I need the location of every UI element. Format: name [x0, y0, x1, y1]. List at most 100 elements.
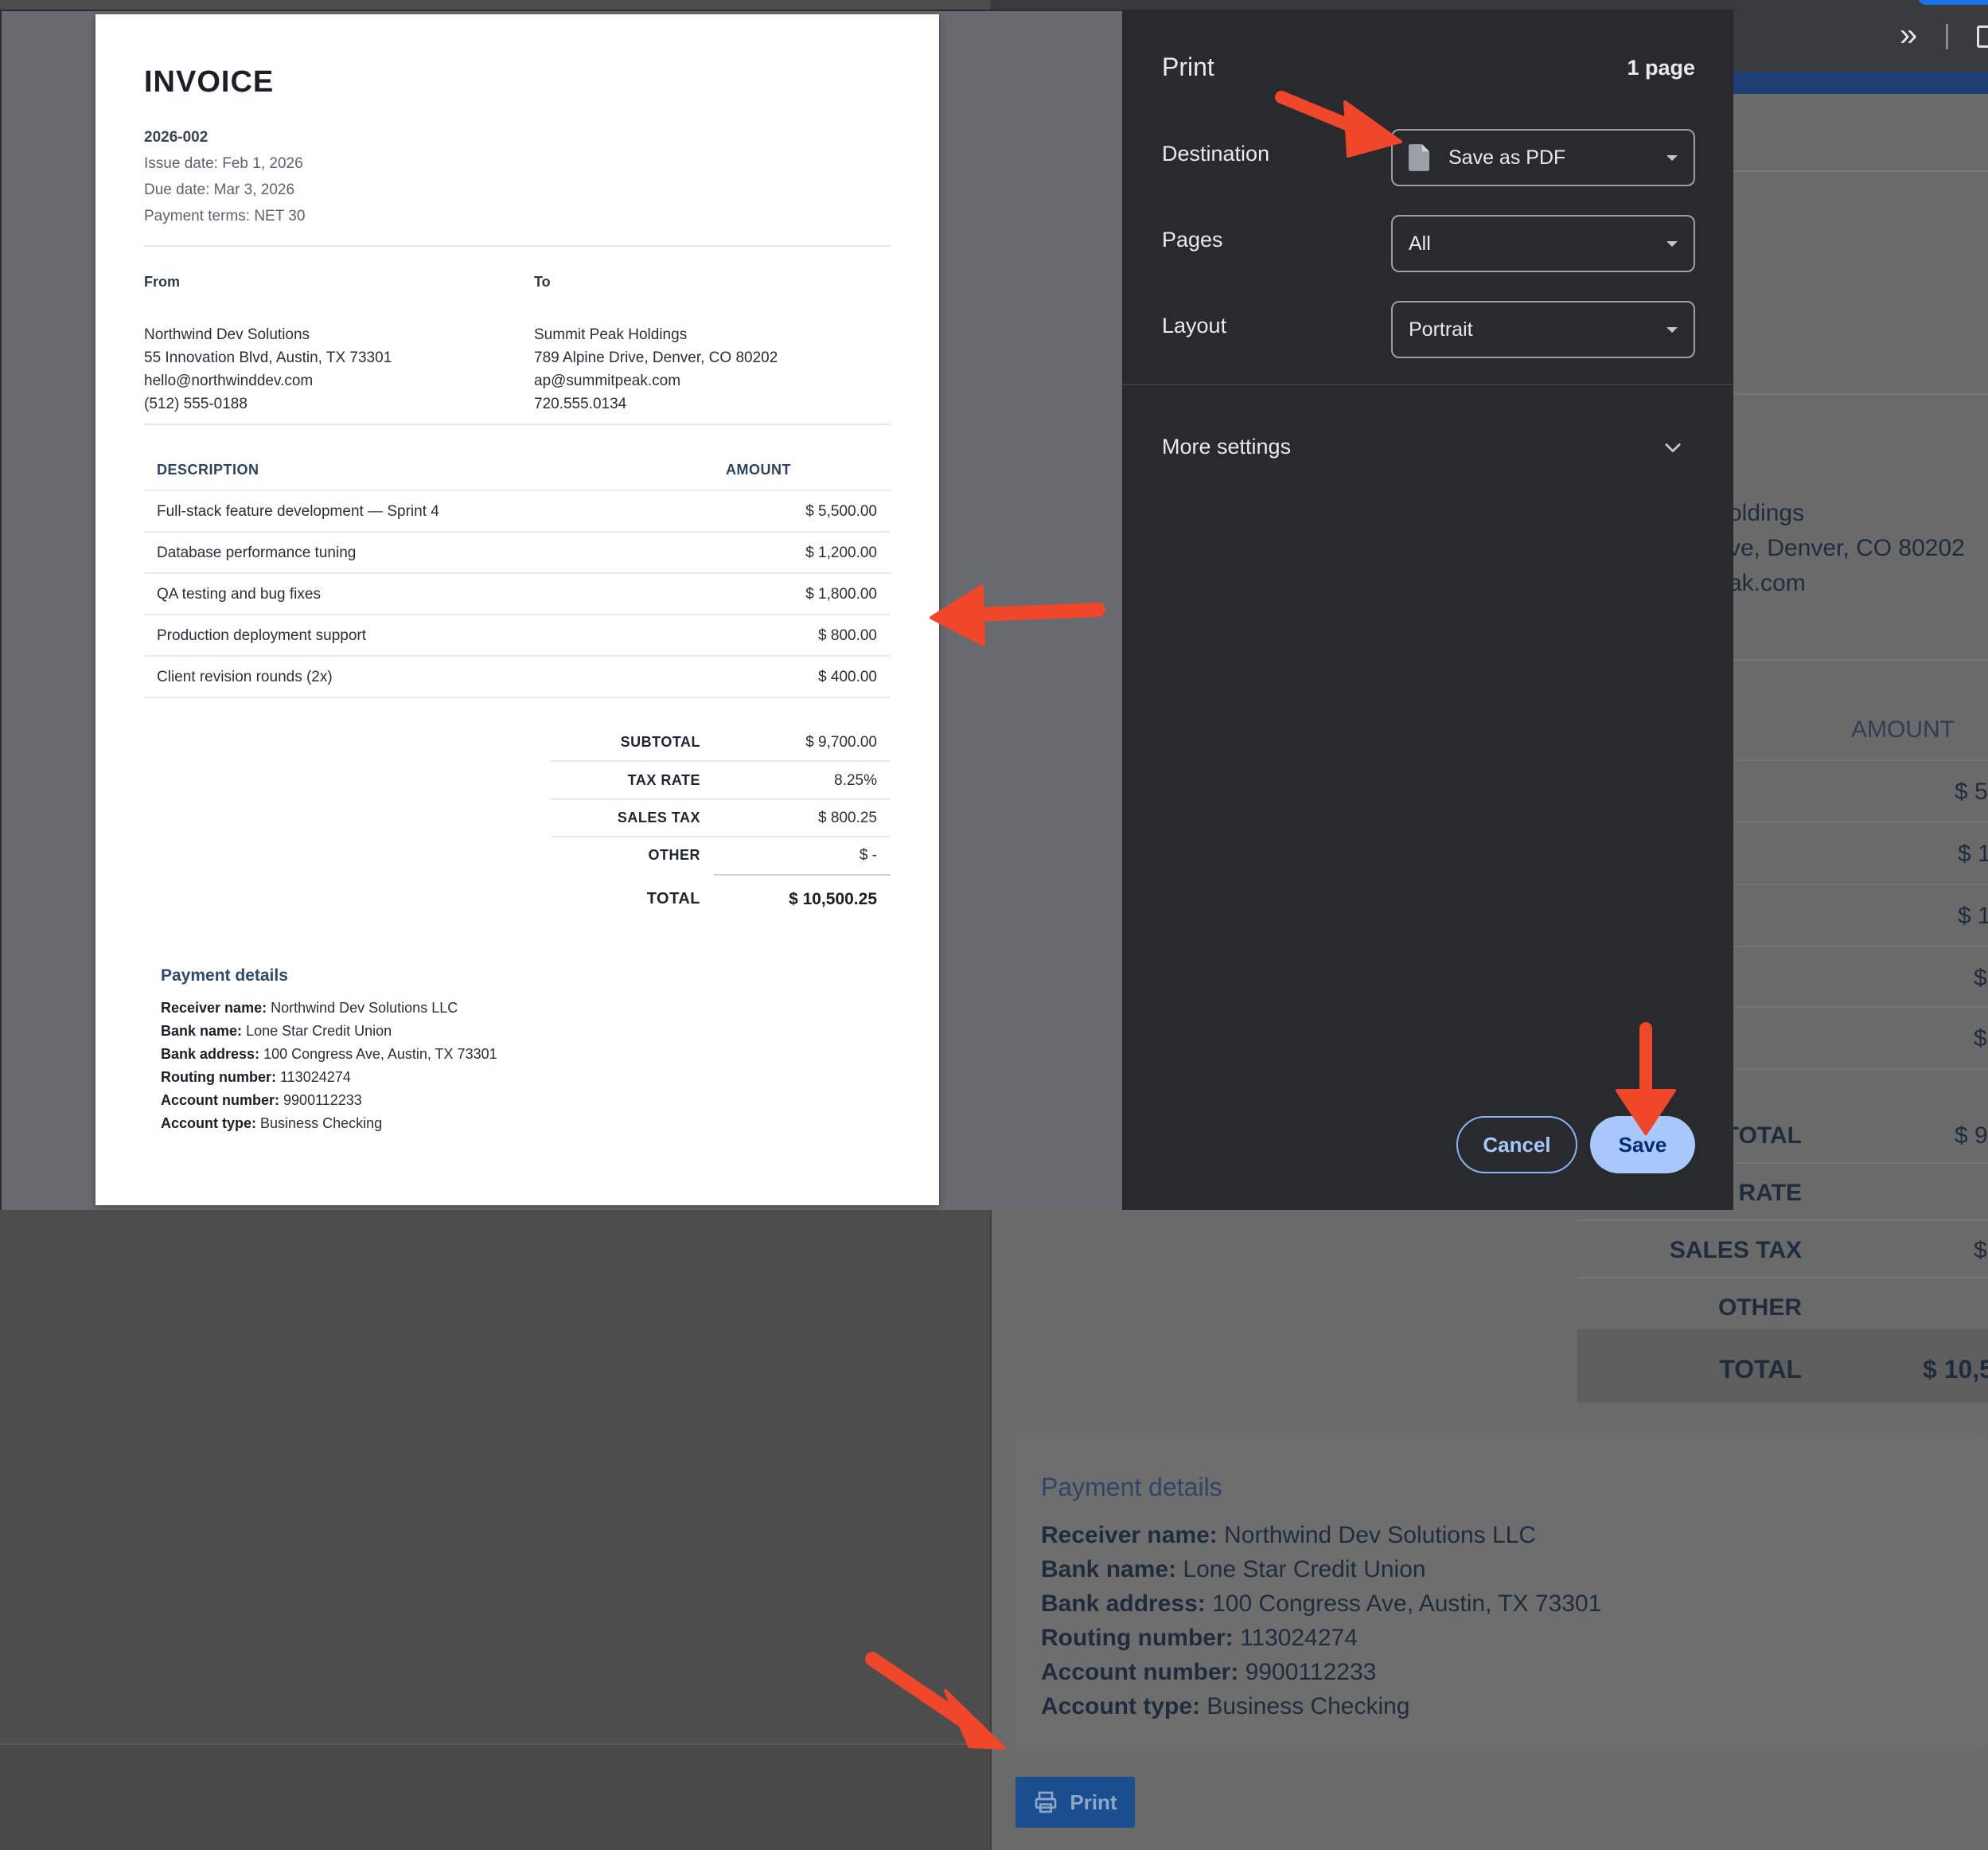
- layout-select[interactable]: Portrait: [1391, 301, 1695, 358]
- overflow-chevrons-icon[interactable]: »: [1900, 18, 1917, 53]
- bg-table-rule: [1732, 1006, 1988, 1008]
- payment-line: Account number: 9900112233: [161, 1092, 362, 1108]
- table-rule: [144, 572, 891, 574]
- section-divider: [144, 423, 891, 425]
- browser-profile-pill[interactable]: [1918, 0, 1988, 5]
- print-preview-area: INVOICE 2026-002 Issue date: Feb 1, 2026…: [2, 11, 1122, 1210]
- bg-amount-cell: $ 1: [1958, 841, 1988, 867]
- from-line: (512) 555-0188: [144, 396, 248, 412]
- summary-label-other: OTHER: [648, 847, 700, 863]
- bg-amount-cell: $: [1974, 1025, 1987, 1052]
- summary-label-sales-tax: SALES TAX: [617, 810, 700, 825]
- bg-summary-value: $: [1974, 1237, 1987, 1263]
- bg-table-rule: [1732, 884, 1988, 885]
- table-row-amount: $ 400.00: [818, 669, 877, 685]
- save-button[interactable]: Save: [1590, 1116, 1695, 1173]
- destination-select[interactable]: Save as PDF: [1391, 129, 1695, 186]
- table-rule: [144, 490, 891, 491]
- side-panel-icon[interactable]: [1977, 25, 1988, 48]
- print-button-label: Print: [1070, 1790, 1117, 1814]
- toolbar-separator: [1946, 24, 1948, 49]
- payment-terms: Payment terms: NET 30: [144, 208, 306, 224]
- summary-label-total: TOTAL: [646, 890, 700, 907]
- printer-icon: [1035, 1791, 1057, 1813]
- summary-value-sales-tax: $ 800.25: [818, 810, 877, 826]
- to-line: 720.555.0134: [534, 396, 627, 412]
- pages-select[interactable]: All: [1391, 215, 1695, 272]
- bg-payment-line: Account number: 9900112233: [1041, 1659, 1377, 1685]
- background-left-footer: [0, 1743, 990, 1850]
- destination-value: Save as PDF: [1448, 146, 1566, 169]
- summary-rule: [551, 760, 891, 762]
- bg-table-rule: [1732, 1068, 1988, 1070]
- to-line: 789 Alpine Drive, Denver, CO 80202: [534, 349, 778, 366]
- preview-page: INVOICE 2026-002 Issue date: Feb 1, 2026…: [96, 14, 939, 1205]
- to-line: ap@summitpeak.com: [534, 373, 681, 389]
- table-row-description: Full-stack feature development — Sprint …: [157, 503, 439, 520]
- bg-table-rule: [1732, 946, 1988, 947]
- more-settings-toggle[interactable]: More settings: [1162, 435, 1291, 459]
- payment-line: Routing number: 113024274: [161, 1069, 351, 1085]
- invoice-title: INVOICE: [144, 65, 275, 99]
- summary-value-other: $ -: [859, 847, 877, 864]
- chevron-down-icon[interactable]: [1662, 436, 1684, 459]
- document-icon: [1409, 144, 1429, 171]
- section-divider: [144, 245, 891, 247]
- layout-value: Portrait: [1409, 318, 1473, 341]
- bg-divider-line: [1732, 393, 1988, 395]
- table-row-description: Production deployment support: [157, 627, 366, 644]
- due-date: Due date: Mar 3, 2026: [144, 181, 295, 198]
- bg-summary-value: $ 10,5: [1923, 1355, 1988, 1384]
- table-header-description: DESCRIPTION: [157, 462, 259, 478]
- bg-summary-label: OTHER: [1718, 1294, 1802, 1321]
- pages-label: Pages: [1162, 228, 1223, 252]
- summary-value-tax-rate: 8.25%: [834, 772, 877, 789]
- bg-amount-cell: $ 1: [1958, 903, 1988, 929]
- invoice-number: 2026-002: [144, 129, 209, 146]
- payment-details-title: Payment details: [161, 966, 288, 985]
- summary-label-tax-rate: TAX RATE: [627, 772, 700, 788]
- payment-line: Receiver name: Northwind Dev Solutions L…: [161, 1000, 458, 1016]
- bg-address-line: oldings: [1729, 500, 1805, 526]
- table-row-description: QA testing and bug fixes: [157, 586, 321, 603]
- bg-amount-cell: $: [1974, 965, 1987, 991]
- bg-table-rule: [1732, 822, 1988, 823]
- print-dialog-title: Print: [1162, 53, 1214, 81]
- background-header-bar: [1732, 72, 1988, 94]
- cancel-button[interactable]: Cancel: [1456, 1116, 1577, 1173]
- print-button[interactable]: Print: [1015, 1777, 1135, 1828]
- payment-line: Account type: Business Checking: [161, 1115, 383, 1131]
- bg-divider-line: [1732, 170, 1988, 172]
- bg-payment-title: Payment details: [1041, 1473, 1222, 1501]
- bg-summary-label: TOTAL: [1719, 1355, 1802, 1384]
- bg-amount-header: AMOUNT: [1851, 716, 1955, 743]
- bg-summary-rule: [1577, 1220, 1988, 1221]
- table-row-amount: $ 1,200.00: [805, 544, 877, 561]
- bg-address-line: ak.com: [1729, 570, 1806, 596]
- table-header-amount: AMOUNT: [726, 462, 791, 478]
- table-rule: [144, 697, 891, 698]
- summary-rule: [714, 874, 891, 876]
- table-row-amount: $ 1,800.00: [805, 586, 877, 603]
- bg-address-line: ve, Denver, CO 80202: [1729, 535, 1965, 561]
- bg-amount-cell: $ 5: [1955, 779, 1988, 805]
- to-heading: To: [534, 274, 551, 290]
- to-line: Summit Peak Holdings: [534, 326, 688, 343]
- table-row-amount: $ 5,500.00: [805, 503, 877, 520]
- bg-payment-line: Bank address: 100 Congress Ave, Austin, …: [1041, 1590, 1602, 1617]
- summary-value-total: $ 10,500.25: [789, 890, 877, 908]
- settings-divider: [1122, 384, 1733, 385]
- destination-label: Destination: [1162, 142, 1270, 166]
- dropdown-caret-icon: [1666, 241, 1678, 247]
- table-rule: [144, 531, 891, 533]
- page-count: 1 page: [1627, 56, 1695, 80]
- summary-rule: [551, 836, 891, 837]
- table-rule: [144, 655, 891, 657]
- dropdown-caret-icon: [1666, 327, 1678, 333]
- layout-label: Layout: [1162, 314, 1227, 338]
- payment-line: Bank name: Lone Star Credit Union: [161, 1023, 392, 1039]
- bg-payment-line: Routing number: 113024274: [1041, 1625, 1358, 1651]
- pages-value: All: [1409, 232, 1431, 255]
- table-rule: [144, 614, 891, 615]
- issue-date: Issue date: Feb 1, 2026: [144, 155, 303, 172]
